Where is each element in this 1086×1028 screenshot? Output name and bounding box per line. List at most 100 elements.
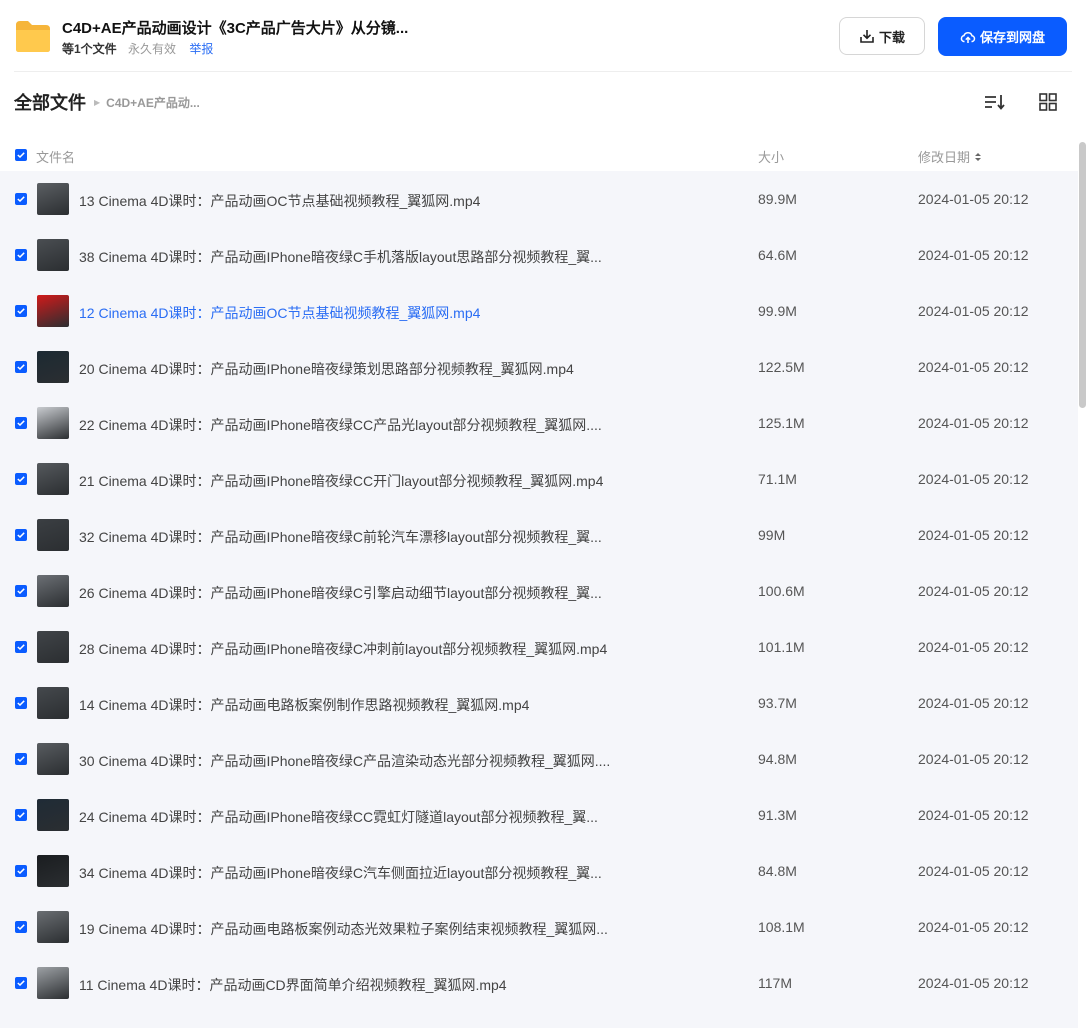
validity-text: 永久有效 [128,42,177,56]
file-row[interactable]: 12 Cinema 4D课时：产品动画OC节点基础视频教程_翼狐网.mp4 99.… [0,283,1078,339]
file-row[interactable]: 19 Cinema 4D课时：产品动画电路板案例动态光效果粒子案例结束视频教程_… [0,899,1078,955]
file-date: 2024-01-05 20:12 [918,359,1029,375]
check-icon [17,812,25,818]
share-meta: 等1个文件 永久有效 举报 [62,40,213,57]
video-thumbnail[interactable] [37,407,69,439]
file-date: 2024-01-05 20:12 [918,191,1029,207]
column-date-label: 修改日期 [918,150,971,165]
file-row[interactable]: 13 Cinema 4D课时：产品动画OC节点基础视频教程_翼狐网.mp4 89.… [0,171,1078,227]
scrollbar[interactable] [1079,140,1086,1028]
row-checkbox[interactable] [15,417,27,429]
file-size: 108.1M [758,919,805,935]
video-thumbnail[interactable] [37,295,69,327]
file-row[interactable]: 14 Cinema 4D课时：产品动画电路板案例制作思路视频教程_翼狐网.mp4… [0,675,1078,731]
row-checkbox[interactable] [15,809,27,821]
row-checkbox[interactable] [15,921,27,933]
file-name[interactable]: 24 Cinema 4D课时：产品动画IPhone暗夜绿CC霓虹灯隧道layou… [79,807,598,827]
file-name[interactable]: 21 Cinema 4D课时：产品动画IPhone暗夜绿CC开门layout部分… [79,471,603,491]
breadcrumb-root[interactable]: 全部文件 [14,89,86,115]
video-thumbnail[interactable] [37,743,69,775]
file-row[interactable]: 21 Cinema 4D课时：产品动画IPhone暗夜绿CC开门layout部分… [0,451,1078,507]
video-thumbnail[interactable] [37,463,69,495]
file-name[interactable]: 11 Cinema 4D课时：产品动画CD界面简单介绍视频教程_翼狐网.mp4 [79,975,507,995]
row-checkbox[interactable] [15,529,27,541]
row-checkbox[interactable] [15,865,27,877]
file-row[interactable]: 22 Cinema 4D课时：产品动画IPhone暗夜绿CC产品光layout部… [0,395,1078,451]
row-checkbox[interactable] [15,977,27,989]
file-row[interactable]: 11 Cinema 4D课时：产品动画CD界面简单介绍视频教程_翼狐网.mp4 1… [0,955,1078,1011]
video-thumbnail[interactable] [37,855,69,887]
share-header: C4D+AE产品动画设计《3C产品广告大片》从分镜... 等1个文件 永久有效 … [0,0,1086,72]
column-date[interactable]: 修改日期 [918,147,982,166]
file-name[interactable]: 32 Cinema 4D课时：产品动画IPhone暗夜绿C前轮汽车漂移layou… [79,527,602,547]
file-row[interactable]: 32 Cinema 4D课时：产品动画IPhone暗夜绿C前轮汽车漂移layou… [0,507,1078,563]
file-row[interactable]: 26 Cinema 4D课时：产品动画IPhone暗夜绿C引擎启动细节layou… [0,563,1078,619]
file-name[interactable]: 12 Cinema 4D课时：产品动画OC节点基础视频教程_翼狐网.mp4 [79,303,480,323]
file-date: 2024-01-05 20:12 [918,527,1029,543]
file-name[interactable]: 20 Cinema 4D课时：产品动画IPhone暗夜绿策划思路部分视频教程_翼… [79,359,574,379]
row-checkbox[interactable] [15,585,27,597]
row-checkbox[interactable] [15,753,27,765]
check-icon [17,196,25,202]
select-all-checkbox[interactable] [15,149,27,161]
check-icon [17,532,25,538]
file-date: 2024-01-05 20:12 [918,695,1029,711]
save-to-drive-button[interactable]: 保存到网盘 [938,17,1067,56]
sort-icon[interactable] [982,91,1006,113]
file-date: 2024-01-05 20:12 [918,975,1029,991]
file-row[interactable]: 34 Cinema 4D课时：产品动画IPhone暗夜绿C汽车侧面拉近layou… [0,843,1078,899]
file-row[interactable]: 38 Cinema 4D课时：产品动画IPhone暗夜绿C手机落版layout思… [0,227,1078,283]
file-name[interactable]: 30 Cinema 4D课时：产品动画IPhone暗夜绿C产品渲染动态光部分视频… [79,751,610,771]
file-row[interactable]: 30 Cinema 4D课时：产品动画IPhone暗夜绿C产品渲染动态光部分视频… [0,731,1078,787]
row-checkbox[interactable] [15,697,27,709]
file-name[interactable]: 34 Cinema 4D课时：产品动画IPhone暗夜绿C汽车侧面拉近layou… [79,863,602,883]
file-name[interactable]: 19 Cinema 4D课时：产品动画电路板案例动态光效果粒子案例结束视频教程_… [79,919,608,939]
file-size: 101.1M [758,639,805,655]
file-name[interactable]: 22 Cinema 4D课时：产品动画IPhone暗夜绿CC产品光layout部… [79,415,602,435]
video-thumbnail[interactable] [37,799,69,831]
row-checkbox[interactable] [15,249,27,261]
file-size: 125.1M [758,415,805,431]
check-icon [17,868,25,874]
row-checkbox[interactable] [15,305,27,317]
row-checkbox[interactable] [15,641,27,653]
video-thumbnail[interactable] [37,519,69,551]
check-icon [17,980,25,986]
row-checkbox[interactable] [15,193,27,205]
row-checkbox[interactable] [15,473,27,485]
sort-arrows-icon [975,152,982,161]
video-thumbnail[interactable] [37,687,69,719]
video-thumbnail[interactable] [37,239,69,271]
file-name[interactable]: 13 Cinema 4D课时：产品动画OC节点基础视频教程_翼狐网.mp4 [79,191,480,211]
row-checkbox[interactable] [15,361,27,373]
video-thumbnail[interactable] [37,967,69,999]
report-link[interactable]: 举报 [189,42,213,56]
file-size: 94.8M [758,751,797,767]
file-name[interactable]: 14 Cinema 4D课时：产品动画电路板案例制作思路视频教程_翼狐网.mp4 [79,695,529,715]
file-date: 2024-01-05 20:12 [918,303,1029,319]
video-thumbnail[interactable] [37,183,69,215]
file-row[interactable]: 28 Cinema 4D课时：产品动画IPhone暗夜绿C冲刺前layout部分… [0,619,1078,675]
video-thumbnail[interactable] [37,575,69,607]
file-date: 2024-01-05 20:12 [918,863,1029,879]
column-size: 大小 [758,150,785,165]
video-thumbnail[interactable] [37,911,69,943]
file-name[interactable]: 26 Cinema 4D课时：产品动画IPhone暗夜绿C引擎启动细节layou… [79,583,602,603]
file-row[interactable]: 20 Cinema 4D课时：产品动画IPhone暗夜绿策划思路部分视频教程_翼… [0,339,1078,395]
check-icon [17,476,25,482]
file-date: 2024-01-05 20:12 [918,247,1029,263]
file-size: 100.6M [758,583,805,599]
file-size: 89.9M [758,191,797,207]
check-icon [17,924,25,930]
check-icon [17,700,25,706]
file-name[interactable]: 28 Cinema 4D课时：产品动画IPhone暗夜绿C冲刺前layout部分… [79,639,607,659]
check-icon [17,756,25,762]
file-name[interactable]: 38 Cinema 4D课时：产品动画IPhone暗夜绿C手机落版layout思… [79,247,602,267]
grid-view-icon[interactable] [1037,91,1059,113]
file-row[interactable]: 24 Cinema 4D课时：产品动画IPhone暗夜绿CC霓虹灯隧道layou… [0,787,1078,843]
download-button[interactable]: 下载 [839,17,925,55]
scrollbar-thumb[interactable] [1079,142,1086,408]
file-size: 117M [758,975,792,991]
video-thumbnail[interactable] [37,631,69,663]
video-thumbnail[interactable] [37,351,69,383]
